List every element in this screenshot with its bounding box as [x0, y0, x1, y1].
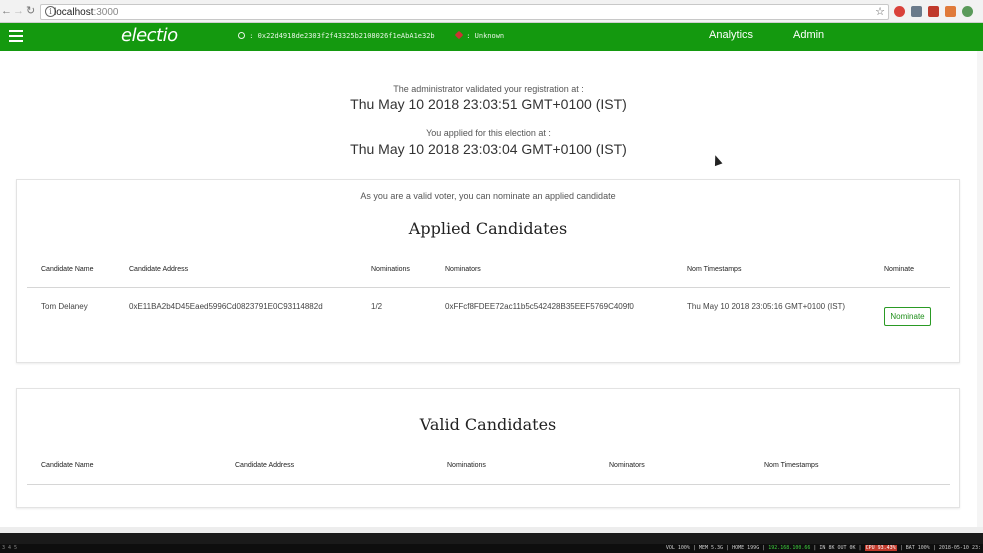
- col-nominators: Nominators: [445, 266, 481, 273]
- validated-label: The administrator validated your registr…: [393, 84, 584, 94]
- nominate-button[interactable]: Nominate: [884, 307, 931, 326]
- menu-icon[interactable]: [9, 30, 23, 42]
- col-candidate-address: Candidate Address: [235, 462, 295, 469]
- desktop-dock: [0, 533, 983, 544]
- reload-icon[interactable]: ↻: [26, 4, 35, 18]
- col-nom-timestamps: Nom Timestamps: [764, 462, 819, 469]
- valid-candidates-card: Valid Candidates Candidate Name Candidat…: [16, 388, 960, 508]
- nav-analytics-link[interactable]: Analytics: [709, 29, 753, 41]
- table-divider: [27, 484, 950, 485]
- arrow-right-icon[interactable]: →: [13, 4, 24, 18]
- account-icon: [238, 32, 245, 39]
- nominations-count: 1/2: [371, 302, 383, 311]
- system-status-bar: 3 4 5 VOL 100% | MEM 5.3G | HOME 199G | …: [0, 544, 983, 553]
- account-status: : Unknown: [454, 30, 505, 40]
- applied-time: Thu May 10 2018 23:03:04 GMT+0100 (IST): [350, 141, 627, 157]
- memory-stat: MEM 5.3G: [698, 545, 724, 551]
- status-icon: [454, 30, 464, 40]
- volume-stat: VOL 100%: [665, 545, 690, 551]
- col-nominations: Nominations: [447, 462, 486, 469]
- extension-icon[interactable]: [894, 6, 905, 17]
- main-content: The administrator validated your registr…: [0, 51, 977, 527]
- ip-stat: 192.168.100.66: [768, 545, 811, 551]
- metamask-icon[interactable]: [945, 6, 956, 17]
- battery-stat: BAT 100%: [905, 545, 930, 551]
- col-nom-timestamps: Nom Timestamps: [687, 266, 742, 273]
- url-port: :3000: [93, 7, 119, 18]
- nav-admin-link[interactable]: Admin: [793, 29, 824, 41]
- col-nominators: Nominators: [609, 462, 645, 469]
- col-candidate-address: Candidate Address: [129, 266, 189, 273]
- candidate-address: 0xE11BA2b4D45Eaed5996Cd0823791E0C9311488…: [129, 302, 323, 311]
- validated-time: Thu May 10 2018 23:03:51 GMT+0100 (IST): [350, 96, 627, 112]
- col-candidate-name: Candidate Name: [41, 266, 94, 273]
- applied-candidates-title: Applied Candidates: [408, 219, 568, 238]
- address-bar[interactable]: i localhost:3000 ☆: [40, 4, 889, 20]
- account-address-text: : 0x22d4918de2303f2f43325b2108026f1eAbA1…: [249, 32, 435, 40]
- nom-timestamp: Thu May 10 2018 23:05:16 GMT+0100 (IST): [687, 302, 846, 311]
- settings-extension-icon[interactable]: [962, 6, 973, 17]
- network-stat: IN 8K OUT 0K: [819, 545, 856, 551]
- arrow-left-icon[interactable]: ←: [1, 4, 12, 18]
- account-status-text: : Unknown: [466, 32, 505, 40]
- screen: ← → ↻ i localhost:3000 ☆ electio : 0x22d…: [0, 0, 983, 553]
- clock: 2018-05-10 23:: [938, 545, 981, 551]
- chat-extension-icon[interactable]: [911, 6, 922, 17]
- disk-stat: HOME 199G: [732, 545, 760, 551]
- nominator-address: 0xFFcf8FDEE72ac11b5c542428B35EEF5769C409…: [445, 302, 634, 311]
- table-divider: [27, 287, 950, 288]
- extension-icon[interactable]: [928, 6, 939, 17]
- col-nominations: Nominations: [371, 266, 410, 273]
- bookmark-star-icon[interactable]: ☆: [875, 5, 885, 19]
- account-address: : 0x22d4918de2303f2f43325b2108026f1eAbA1…: [238, 32, 435, 40]
- app-navbar: electio : 0x22d4918de2303f2f43325b210802…: [0, 23, 983, 51]
- url-host: localhost: [54, 7, 94, 18]
- scrollbar[interactable]: [977, 51, 983, 527]
- brand-logo[interactable]: electio: [121, 25, 178, 46]
- nominate-note: As you are a valid voter, you can nomina…: [360, 191, 616, 201]
- cpu-stat: CPU 93.43%: [864, 545, 897, 551]
- workspace-list[interactable]: 3 4 5: [2, 544, 17, 553]
- url-text: localhost:3000: [54, 6, 119, 19]
- valid-candidates-title: Valid Candidates: [419, 415, 557, 434]
- candidate-name: Tom Delaney: [41, 302, 88, 311]
- col-candidate-name: Candidate Name: [41, 462, 94, 469]
- applied-label: You applied for this election at :: [426, 128, 551, 138]
- browser-toolbar: ← → ↻ i localhost:3000 ☆: [0, 0, 983, 23]
- system-stats: VOL 100% | MEM 5.3G | HOME 199G | 192.16…: [665, 545, 981, 551]
- applied-candidates-card: As you are a valid voter, you can nomina…: [16, 179, 960, 363]
- col-nominate: Nominate: [884, 266, 914, 273]
